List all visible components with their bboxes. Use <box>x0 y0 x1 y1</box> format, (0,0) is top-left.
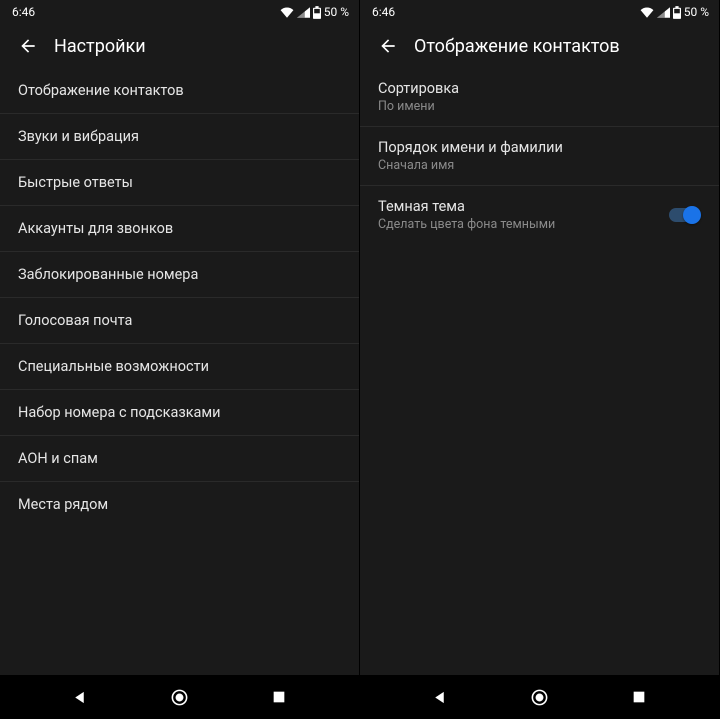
status-bar: 6:46 50 % <box>0 0 359 24</box>
app-bar: Отображение контактов <box>360 24 719 68</box>
item-dark-theme[interactable]: Темная тема Сделать цвета фона темными <box>360 186 719 244</box>
item-subtitle: По имени <box>378 99 459 114</box>
dark-theme-switch[interactable] <box>667 205 701 225</box>
display-options-list: Сортировка По имени Порядок имени и фами… <box>360 68 719 675</box>
status-right: 50 % <box>640 5 709 19</box>
circle-home-icon <box>170 688 189 707</box>
nav-bar <box>360 675 719 719</box>
item-title: Темная тема <box>378 198 555 215</box>
triangle-back-icon <box>71 689 88 706</box>
item-label: Быстрые ответы <box>18 174 133 191</box>
status-time: 6:46 <box>12 5 35 19</box>
item-sounds-vibration[interactable]: Звуки и вибрация <box>0 114 359 160</box>
status-bar: 6:46 50 % <box>360 0 719 24</box>
square-recent-icon <box>631 689 647 705</box>
phone-right: 6:46 50 % Отображение контактов Сортиров… <box>360 0 720 719</box>
arrow-back-icon <box>378 36 398 56</box>
item-label: Места рядом <box>18 496 108 513</box>
app-bar: Настройки <box>0 24 359 68</box>
arrow-back-icon <box>18 36 38 56</box>
nav-back[interactable] <box>60 677 100 717</box>
item-sort-by[interactable]: Сортировка По имени <box>360 68 719 127</box>
item-title: Сортировка <box>378 80 459 97</box>
nav-home[interactable] <box>159 677 199 717</box>
page-title: Отображение контактов <box>414 36 620 57</box>
nav-back[interactable] <box>420 677 460 717</box>
phone-left: 6:46 50 % Настройки Отображение контакто… <box>0 0 360 719</box>
item-caller-id-spam[interactable]: АОН и спам <box>0 436 359 482</box>
battery-icon <box>673 6 681 19</box>
battery-icon <box>313 6 321 19</box>
item-label: АОН и спам <box>18 450 98 467</box>
wifi-icon <box>640 7 654 18</box>
nav-recent[interactable] <box>619 677 659 717</box>
item-subtitle: Сделать цвета фона темными <box>378 217 555 232</box>
item-label: Аккаунты для звонков <box>18 220 173 237</box>
item-label: Набор номера с подсказками <box>18 404 221 421</box>
back-button[interactable] <box>8 26 48 66</box>
circle-home-icon <box>530 688 549 707</box>
item-title: Порядок имени и фамилии <box>378 139 563 156</box>
nav-bar <box>0 675 359 719</box>
item-blocked-numbers[interactable]: Заблокированные номера <box>0 252 359 298</box>
wifi-icon <box>280 7 294 18</box>
signal-icon <box>657 7 670 18</box>
item-label: Специальные возможности <box>18 358 209 375</box>
item-quick-responses[interactable]: Быстрые ответы <box>0 160 359 206</box>
status-battery-pct: 50 % <box>324 5 349 19</box>
item-subtitle: Сначала имя <box>378 158 563 173</box>
status-time: 6:46 <box>372 5 395 19</box>
status-right: 50 % <box>280 5 349 19</box>
nav-recent[interactable] <box>259 677 299 717</box>
square-recent-icon <box>271 689 287 705</box>
item-label: Голосовая почта <box>18 312 132 329</box>
item-display-contacts[interactable]: Отображение контактов <box>0 68 359 114</box>
status-battery-pct: 50 % <box>684 5 709 19</box>
item-label: Заблокированные номера <box>18 266 198 283</box>
back-button[interactable] <box>368 26 408 66</box>
page-title: Настройки <box>54 36 146 57</box>
signal-icon <box>297 7 310 18</box>
item-label: Отображение контактов <box>18 82 184 99</box>
item-voicemail[interactable]: Голосовая почта <box>0 298 359 344</box>
item-label: Звуки и вибрация <box>18 128 139 145</box>
item-name-format[interactable]: Порядок имени и фамилии Сначала имя <box>360 127 719 186</box>
switch-thumb <box>683 206 701 224</box>
item-nearby-places[interactable]: Места рядом <box>0 482 359 527</box>
settings-list: Отображение контактов Звуки и вибрация Б… <box>0 68 359 675</box>
item-calling-accounts[interactable]: Аккаунты для звонков <box>0 206 359 252</box>
item-accessibility[interactable]: Специальные возможности <box>0 344 359 390</box>
nav-home[interactable] <box>519 677 559 717</box>
triangle-back-icon <box>431 689 448 706</box>
item-dial-assist[interactable]: Набор номера с подсказками <box>0 390 359 436</box>
